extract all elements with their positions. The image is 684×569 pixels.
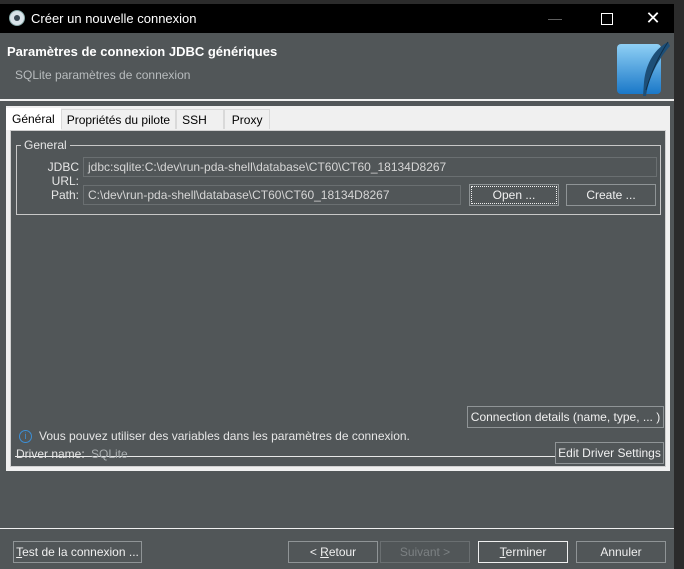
create-button[interactable]: Create ... — [566, 184, 656, 206]
jdbc-url-label: JDBC URL: — [47, 160, 79, 188]
variables-info-text: Vous pouvez utiliser des variables dans … — [39, 429, 410, 443]
general-group-label: General — [21, 138, 70, 152]
header-separator — [0, 99, 674, 101]
connection-details-button[interactable]: Connection details (name, type, ... ) — [467, 406, 664, 428]
jdbc-url-field[interactable]: jdbc:sqlite:C:\dev\run-pda-shell\databas… — [83, 157, 657, 177]
back-mnemonic: R — [320, 545, 329, 559]
back-button[interactable]: < Retour — [288, 541, 378, 563]
path-field[interactable]: C:\dev\run-pda-shell\database\CT60\CT60_… — [83, 185, 461, 205]
next-button[interactable]: Suivant > — [380, 541, 470, 563]
path-label: Path: — [50, 188, 79, 202]
driver-name-label: Driver name: — [16, 447, 85, 461]
info-icon: i — [19, 430, 32, 443]
test-connection-button[interactable]: Test de la connexion ... — [13, 541, 142, 563]
tab-general[interactable]: Général — [6, 108, 61, 130]
finish-button[interactable]: Terminer — [478, 541, 568, 563]
sqlite-feather-logo-icon — [617, 41, 670, 96]
tab-proxy[interactable]: Proxy — [224, 109, 271, 129]
dbeaver-app-icon — [9, 10, 25, 26]
finish-label: erminer — [505, 545, 547, 559]
tab-strip: Général Propriétés du pilote SSH Proxy — [6, 108, 271, 130]
edit-driver-settings-button[interactable]: Edit Driver Settings — [555, 442, 664, 464]
maximize-button[interactable] — [584, 4, 630, 33]
tab-driver-properties[interactable]: Propriétés du pilote — [60, 109, 177, 129]
window-title: Créer un nouvelle connexion — [31, 11, 197, 26]
minimize-button[interactable]: — — [532, 4, 578, 33]
test-label: est de la connexion ... — [22, 545, 139, 559]
general-group: General JDBC URL: jdbc:sqlite:C:\dev\run… — [16, 138, 661, 215]
page-subtitle: SQLite paramètres de connexion — [15, 68, 191, 82]
maximize-icon — [601, 13, 613, 26]
back-prefix: < — [309, 545, 321, 559]
background-editor-right — [674, 0, 684, 569]
page-title: Paramètres de connexion JDBC génériques — [7, 44, 278, 59]
back-label: etour — [328, 545, 357, 559]
close-button[interactable]: ✕ — [630, 4, 676, 33]
new-connection-dialog: Créer un nouvelle connexion — ✕ Paramètr… — [0, 4, 674, 569]
footer-separator — [0, 528, 674, 529]
driver-name-value: SQLite — [91, 447, 128, 461]
tab-panel: Général Propriétés du pilote SSH Proxy G… — [6, 106, 670, 471]
open-button[interactable]: Open ... — [469, 184, 559, 206]
title-bar[interactable]: Créer un nouvelle connexion — ✕ — [0, 4, 674, 33]
tab-ssh[interactable]: SSH — [176, 109, 225, 129]
general-tab-content: General JDBC URL: jdbc:sqlite:C:\dev\run… — [10, 130, 666, 467]
cancel-button[interactable]: Annuler — [576, 541, 666, 563]
